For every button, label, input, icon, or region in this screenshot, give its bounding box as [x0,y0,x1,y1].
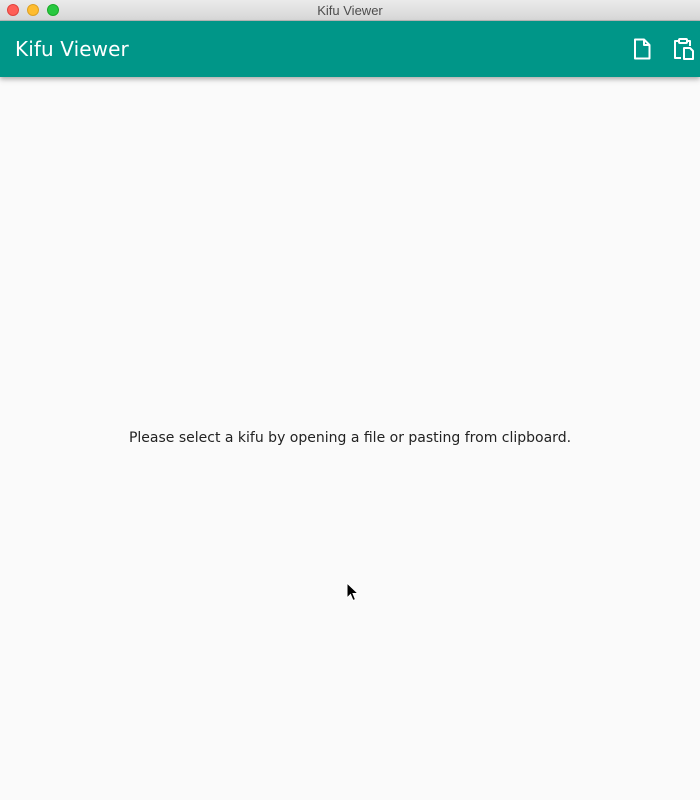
mouse-cursor-icon [346,581,360,607]
open-file-button[interactable] [622,29,662,69]
app-window: Kifu Viewer Kifu Viewer Please select a … [0,0,700,800]
clipboard-icon [671,37,695,61]
file-icon [632,38,652,60]
window-titlebar[interactable]: Kifu Viewer [0,0,700,21]
app-bar: Kifu Viewer [0,21,700,77]
window-title: Kifu Viewer [317,3,383,18]
main-content: Please select a kifu by opening a file o… [0,77,700,800]
app-title: Kifu Viewer [15,37,129,61]
empty-state-message: Please select a kifu by opening a file o… [128,430,572,446]
paste-clipboard-button[interactable] [663,29,700,69]
